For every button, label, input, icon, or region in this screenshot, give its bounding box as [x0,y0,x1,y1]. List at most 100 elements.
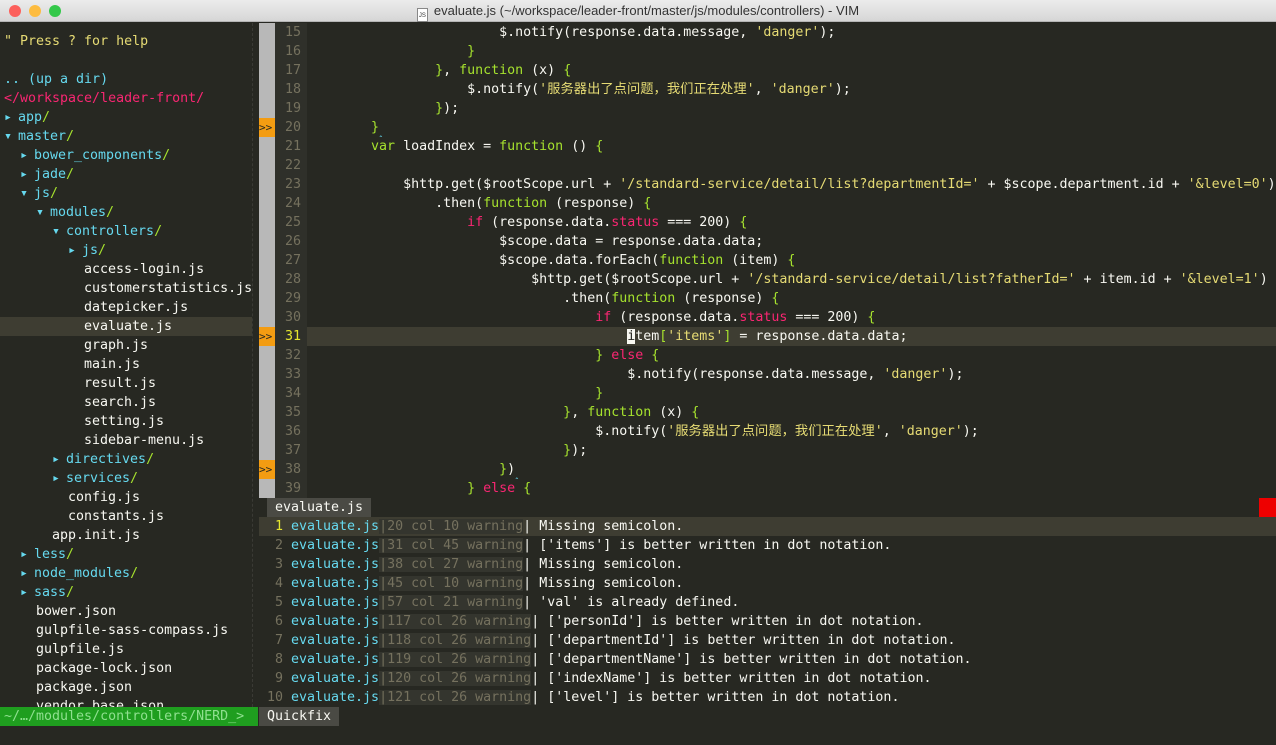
code-line[interactable]: $.notify(response.data.message, 'danger'… [307,23,1276,42]
tree-file[interactable]: setting.js [0,412,252,431]
code-line[interactable]: $.notify('服务器出了点问题，我们正在处理', 'danger'); [307,80,1276,99]
code-token: ); [443,101,460,116]
quickfix-message: ['indexName'] is better written in dot n… [539,671,932,686]
quickfix-row[interactable]: 6 evaluate.js|117 col 26 warning| ['perso… [259,612,1276,631]
caret-down-icon[interactable]: ▾ [52,222,60,241]
code-token: , [754,82,771,97]
quickfix-row[interactable]: 7 evaluate.js|118 col 26 warning| ['depar… [259,631,1276,650]
quickfix-row[interactable]: 3 evaluate.js|38 col 27 warning| Missing … [259,555,1276,574]
code-line[interactable]: } else { [307,346,1276,365]
code-line[interactable]: $.notify(response.data.message, 'danger'… [307,365,1276,384]
tree-file[interactable]: app.init.js [0,526,252,545]
code-line[interactable]: } [307,42,1276,61]
tree-file[interactable]: datepicker.js [0,298,252,317]
tree-file[interactable]: package-lock.json [0,659,252,678]
tree-file[interactable]: result.js [0,374,252,393]
separator: | [531,633,540,648]
code-line[interactable]: .then(function (response) { [307,289,1276,308]
tree-file[interactable]: main.js [0,355,252,374]
code-line[interactable]: }, function (x) { [307,61,1276,80]
vertical-split-divider[interactable] [252,23,259,707]
code-line[interactable]: $scope.data = response.data.data; [307,232,1276,251]
quickfix-row[interactable]: 5 evaluate.js|57 col 21 warning| 'val' is… [259,593,1276,612]
tree-dir[interactable]: ▸ less/ [0,545,252,564]
tree-dir[interactable]: ▸ sass/ [0,583,252,602]
caret-right-icon[interactable]: ▸ [20,545,28,564]
caret-right-icon[interactable]: ▸ [20,165,28,184]
code-line[interactable]: }, function (x) { [307,403,1276,422]
tree-file[interactable]: sidebar-menu.js [0,431,252,450]
caret-right-icon[interactable]: ▸ [20,146,28,165]
tree-file[interactable]: search.js [0,393,252,412]
caret-right-icon[interactable]: ▸ [20,583,28,602]
tree-line[interactable]: .. (up a dir) [0,70,252,89]
tree-file[interactable]: gulpfile.js [0,640,252,659]
zoom-window-button[interactable] [49,5,61,17]
tree-file[interactable]: customerstatistics.js [0,279,252,298]
code-line[interactable]: }); [307,441,1276,460]
code-line[interactable]: .then(function (response) { [307,194,1276,213]
code-line[interactable]: $scope.data.forEach(function (item) { [307,251,1276,270]
caret-down-icon[interactable]: ▾ [36,203,44,222]
code-token: tem [635,329,660,344]
tree-file[interactable]: gulpfile-sass-compass.js [0,621,252,640]
tree-dir[interactable]: ▸ bower_components/ [0,146,252,165]
tree-file[interactable]: config.js [0,488,252,507]
code-line[interactable] [307,156,1276,175]
tree-file[interactable]: bower.json [0,602,252,621]
quickfix-row[interactable]: 2 evaluate.js|31 col 45 warning| ['items'… [259,536,1276,555]
tree-item-label: graph.js [84,338,149,353]
code-line[interactable]: } else { [307,479,1276,498]
tree-dir[interactable]: ▸ jade/ [0,165,252,184]
code-line[interactable]: }); [307,99,1276,118]
minimize-window-button[interactable] [29,5,41,17]
quickfix-filename-tab[interactable]: evaluate.js [267,498,372,517]
code-line[interactable]: if (response.data.status === 200) { [307,308,1276,327]
caret-right-icon[interactable]: ▸ [68,241,76,260]
tree-dir[interactable]: ▾ modules/ [0,203,252,222]
separator: | [523,595,532,610]
nerdtree-panel[interactable]: " Press ? for help .. (up a dir) </workspa… [0,23,252,714]
caret-right-icon[interactable]: ▸ [4,108,12,127]
path-slash: / [66,547,75,562]
quickfix-row[interactable]: 9 evaluate.js|120 col 26 warning| ['index… [259,669,1276,688]
tree-item-label: node_modules/ [34,566,139,581]
quickfix-message: ['departmentId'] is better written in do… [539,633,956,648]
tree-dir[interactable]: ▾ master/ [0,127,252,146]
tree-dir[interactable]: ▸ app/ [0,108,252,127]
code-line[interactable]: })‸ [307,460,1276,479]
code-token: ); [819,25,836,40]
tree-file[interactable]: package.json [0,678,252,697]
code-line[interactable]: item['items'] = response.data.data; [307,327,1276,346]
tree-dir[interactable]: ▸ directives/ [0,450,252,469]
code-line[interactable]: }‸ [307,118,1276,137]
caret-right-icon[interactable]: ▸ [52,450,60,469]
tree-dir[interactable]: ▸ node_modules/ [0,564,252,583]
code-line[interactable]: $http.get($rootScope.url + '/standard-se… [307,270,1276,289]
caret-down-icon[interactable]: ▾ [20,184,28,203]
quickfix-row[interactable]: 10 evaluate.js|121 col 26 warning| ['leve… [259,688,1276,707]
tree-dir[interactable]: ▾ js/ [0,184,252,203]
code-token: { [595,139,604,154]
caret-right-icon[interactable]: ▸ [52,469,60,488]
quickfix-row[interactable]: 8 evaluate.js|119 col 26 warning| ['depar… [259,650,1276,669]
code-line[interactable]: if (response.data.status === 200) { [307,213,1276,232]
caret-down-icon[interactable]: ▾ [4,127,12,146]
quickfix-row[interactable]: 4 evaluate.js|45 col 10 warning| Missing … [259,574,1276,593]
code-line[interactable]: $.notify('服务器出了点问题，我们正在处理', 'danger'); [307,422,1276,441]
tree-dir[interactable]: ▾ controllers/ [0,222,252,241]
code-line[interactable]: } [307,384,1276,403]
tree-dir[interactable]: ▸ js/ [0,241,252,260]
line-number: 18 [275,80,307,99]
quickfix-row[interactable]: 1 evaluate.js|20 col 10 warning| Missing … [259,517,1276,536]
close-window-button[interactable] [9,5,21,17]
tree-file[interactable]: constants.js [0,507,252,526]
tree-item-label: services/ [66,471,139,486]
tree-file[interactable]: access-login.js [0,260,252,279]
tree-file[interactable]: evaluate.js [0,317,252,336]
code-line[interactable]: $http.get($rootScope.url + '/standard-se… [307,175,1276,194]
caret-right-icon[interactable]: ▸ [20,564,28,583]
tree-file[interactable]: graph.js [0,336,252,355]
tree-dir[interactable]: ▸ services/ [0,469,252,488]
code-line[interactable]: var loadIndex = function () { [307,137,1276,156]
